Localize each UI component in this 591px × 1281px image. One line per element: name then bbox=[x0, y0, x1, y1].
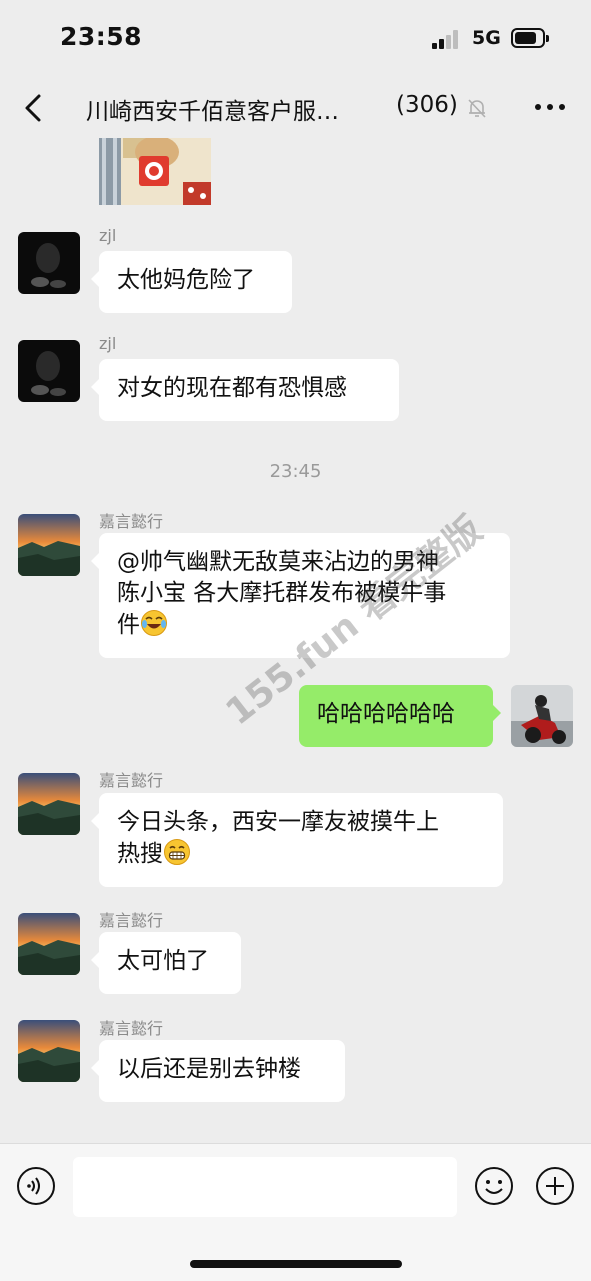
smiley-icon bbox=[475, 1167, 513, 1205]
more-options-button[interactable] bbox=[532, 92, 568, 122]
mute-bell-icon bbox=[468, 99, 486, 118]
status-bar: 23:58 5G bbox=[0, 0, 591, 80]
sender-name: 嘉言懿行 bbox=[99, 911, 164, 930]
message-bubble[interactable]: 今日头条，西安一摩友被摸牛上 热搜 bbox=[91, 793, 503, 887]
avatar-zjl[interactable] bbox=[18, 340, 80, 402]
sticker-image[interactable] bbox=[99, 138, 211, 205]
signal-icon bbox=[432, 29, 462, 49]
message-line: @帅气幽默无敌莫来沾边的男神 bbox=[117, 549, 439, 575]
input-toolbar bbox=[0, 1143, 591, 1281]
avatar-zjl[interactable] bbox=[18, 232, 80, 294]
message-bubble[interactable]: 以后还是别去钟楼 bbox=[91, 1040, 345, 1102]
status-time: 23:58 bbox=[60, 22, 143, 51]
battery-icon bbox=[511, 28, 549, 48]
my-avatar[interactable] bbox=[511, 685, 573, 747]
avatar-jiayan[interactable] bbox=[18, 514, 80, 576]
network-type: 5G bbox=[472, 27, 501, 49]
avatar-jiayan[interactable] bbox=[18, 913, 80, 975]
chat-message-list[interactable]: zjl 太他妈危险了 zjl 对女的现在都有恐惧感 23:45 嘉言懿行 @帅气… bbox=[0, 138, 591, 1143]
avatar-jiayan[interactable] bbox=[18, 773, 80, 835]
message-bubble[interactable]: 对女的现在都有恐惧感 bbox=[91, 359, 399, 421]
avatar-jiayan[interactable] bbox=[18, 1020, 80, 1082]
sender-name: 嘉言懿行 bbox=[99, 512, 164, 531]
message-bubble[interactable]: @帅气幽默无敌莫来沾边的男神 陈小宝 各大摩托群发布被模牛事 件 bbox=[91, 533, 510, 658]
sender-name: zjl bbox=[99, 334, 117, 353]
sender-name: zjl bbox=[99, 226, 117, 245]
more-functions-button[interactable] bbox=[535, 1166, 575, 1206]
message-timestamp: 23:45 bbox=[269, 461, 322, 482]
sender-name: 嘉言懿行 bbox=[99, 1019, 164, 1038]
voice-input-button[interactable] bbox=[16, 1166, 56, 1206]
laughing-crying-emoji-icon bbox=[141, 610, 167, 636]
grin-emoji-icon bbox=[164, 839, 190, 865]
chat-header: 川崎西安千佰意客户服… (306) bbox=[0, 80, 591, 138]
message-input[interactable] bbox=[73, 1157, 457, 1217]
message-bubble[interactable]: 太他妈危险了 bbox=[91, 251, 292, 313]
chevron-left-icon bbox=[25, 94, 41, 122]
back-button[interactable] bbox=[20, 88, 50, 128]
home-indicator[interactable] bbox=[190, 1260, 402, 1268]
message-line: 今日头条，西安一摩友被摸牛上 bbox=[117, 809, 439, 835]
plus-icon bbox=[536, 1167, 574, 1205]
message-bubble[interactable]: 太可怕了 bbox=[91, 932, 241, 994]
message-line: 件 bbox=[117, 612, 140, 638]
voice-icon bbox=[17, 1167, 55, 1205]
more-dots-icon bbox=[535, 104, 565, 110]
my-message-bubble[interactable]: 哈哈哈哈哈哈 bbox=[299, 685, 501, 747]
chat-title[interactable]: 川崎西安千佰意客户服… bbox=[86, 92, 339, 126]
sender-name: 嘉言懿行 bbox=[99, 771, 164, 790]
member-count: (306) bbox=[396, 92, 458, 118]
message-line: 热搜 bbox=[117, 841, 163, 867]
message-line: 陈小宝 各大摩托群发布被模牛事 bbox=[117, 580, 447, 606]
emoji-button[interactable] bbox=[474, 1166, 514, 1206]
